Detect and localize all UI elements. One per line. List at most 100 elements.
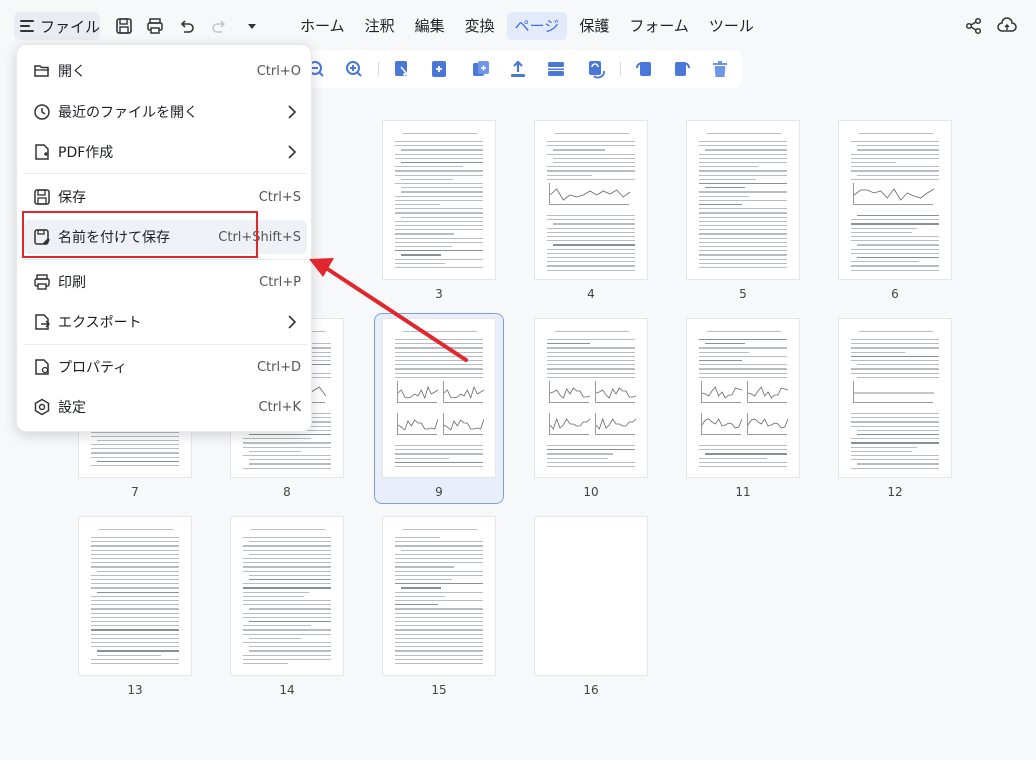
text-line <box>547 252 635 255</box>
undo-icon[interactable] <box>176 15 198 37</box>
text-line <box>547 347 635 349</box>
nav-tools[interactable]: ツール <box>701 12 762 40</box>
page-thumbnail[interactable] <box>838 120 952 280</box>
text-line <box>395 570 483 572</box>
text-line <box>91 452 179 454</box>
text-line <box>395 457 449 459</box>
text-line <box>395 453 483 455</box>
text-line <box>851 157 939 160</box>
text-line <box>547 343 590 345</box>
text-line <box>547 265 635 267</box>
text-line <box>243 549 331 551</box>
menu-item-properties[interactable]: プロパティ Ctrl+D <box>23 350 307 384</box>
menu-item-recent[interactable]: 最近のファイルを開く <box>23 95 307 129</box>
page-thumbnail[interactable] <box>534 120 648 280</box>
nav-form[interactable]: フォーム <box>621 12 697 40</box>
text-line <box>91 621 179 623</box>
menu-item-save[interactable]: 保存 Ctrl+S <box>23 180 307 214</box>
nav-annotate[interactable]: 注釈 <box>357 12 403 40</box>
text-line <box>547 219 635 221</box>
page-thumbnail[interactable] <box>686 120 800 280</box>
select-page-icon[interactable] <box>392 59 412 79</box>
text-line <box>395 153 483 155</box>
menu-item-create-pdf[interactable]: PDF作成 <box>23 135 307 169</box>
cloud-upload-icon[interactable] <box>996 15 1018 37</box>
redo-icon[interactable] <box>208 15 230 37</box>
text-line <box>699 258 787 260</box>
text-line <box>395 658 483 661</box>
text-line <box>97 650 179 652</box>
text-line <box>851 269 939 271</box>
quick-access-dropdown-icon[interactable] <box>241 15 263 37</box>
nav-home[interactable]: ホーム <box>292 12 353 40</box>
menu-item-shortcut: Ctrl+P <box>259 274 301 290</box>
text-line <box>395 663 483 665</box>
page-thumbnail[interactable] <box>534 516 648 676</box>
text-line <box>91 633 179 635</box>
text-line <box>91 663 179 665</box>
print-icon[interactable] <box>144 15 166 37</box>
text-line <box>547 178 635 181</box>
text-line <box>243 562 331 564</box>
text-line <box>547 174 592 176</box>
text-line <box>857 376 939 379</box>
text-line <box>243 537 331 539</box>
text-line <box>851 339 939 341</box>
menu-item-settings[interactable]: 設定 Ctrl+K <box>23 390 307 424</box>
nav-edit[interactable]: 編集 <box>407 12 453 40</box>
text-line <box>395 195 483 197</box>
text-line <box>395 141 483 143</box>
save-icon <box>34 189 50 205</box>
insert-page-icon[interactable] <box>429 59 449 79</box>
upload-page-icon[interactable] <box>508 59 528 79</box>
menu-item-open[interactable]: 開く Ctrl+O <box>23 54 307 88</box>
page-thumbnail[interactable] <box>686 318 800 478</box>
text-line <box>705 149 787 151</box>
toolbar-divider <box>378 62 379 76</box>
delete-page-icon[interactable] <box>710 59 730 79</box>
rotate-left-icon[interactable] <box>634 59 654 79</box>
properties-icon <box>35 359 49 375</box>
text-line <box>699 254 787 256</box>
text-line <box>395 449 483 451</box>
page-thumbnail[interactable] <box>534 318 648 478</box>
replace-page-icon[interactable] <box>586 59 606 79</box>
page-figure <box>853 381 934 403</box>
page-thumbnail[interactable] <box>78 516 192 676</box>
nav-protect[interactable]: 保護 <box>571 12 617 40</box>
text-line <box>97 654 161 656</box>
text-line <box>91 566 179 568</box>
text-line <box>699 376 787 379</box>
text-line <box>851 455 939 457</box>
text-line <box>91 579 179 581</box>
menu-item-print[interactable]: 印刷 Ctrl+P <box>23 265 307 299</box>
zoom-in-icon[interactable] <box>344 59 364 79</box>
extract-page-icon[interactable] <box>471 59 491 79</box>
rotate-right-icon[interactable] <box>672 59 692 79</box>
page-number-label: 5 <box>739 287 747 301</box>
text-line <box>395 616 483 619</box>
page-thumbnail[interactable] <box>838 318 952 478</box>
text-line <box>243 600 331 602</box>
share-icon[interactable] <box>963 15 985 37</box>
nav-page[interactable]: ページ <box>506 12 568 40</box>
split-page-icon[interactable] <box>546 59 566 79</box>
text-line <box>699 204 742 206</box>
text-line <box>249 621 331 623</box>
page-number-label: 10 <box>583 485 599 499</box>
page-thumbnail[interactable] <box>230 516 344 676</box>
text-line <box>395 566 454 568</box>
page-thumbnail[interactable] <box>382 318 496 478</box>
text-line <box>395 174 483 176</box>
text-line <box>249 463 331 465</box>
nav-convert[interactable]: 変換 <box>457 12 503 40</box>
menu-item-export[interactable]: エクスポート <box>23 305 307 339</box>
text-line <box>699 216 787 218</box>
text-line <box>395 225 483 227</box>
file-menu-button[interactable]: ファイル <box>14 12 100 40</box>
page-thumbnail[interactable] <box>382 516 496 676</box>
text-line <box>395 233 454 235</box>
text-line <box>395 608 483 610</box>
page-thumbnail[interactable] <box>382 120 496 280</box>
save-icon[interactable] <box>113 15 135 37</box>
